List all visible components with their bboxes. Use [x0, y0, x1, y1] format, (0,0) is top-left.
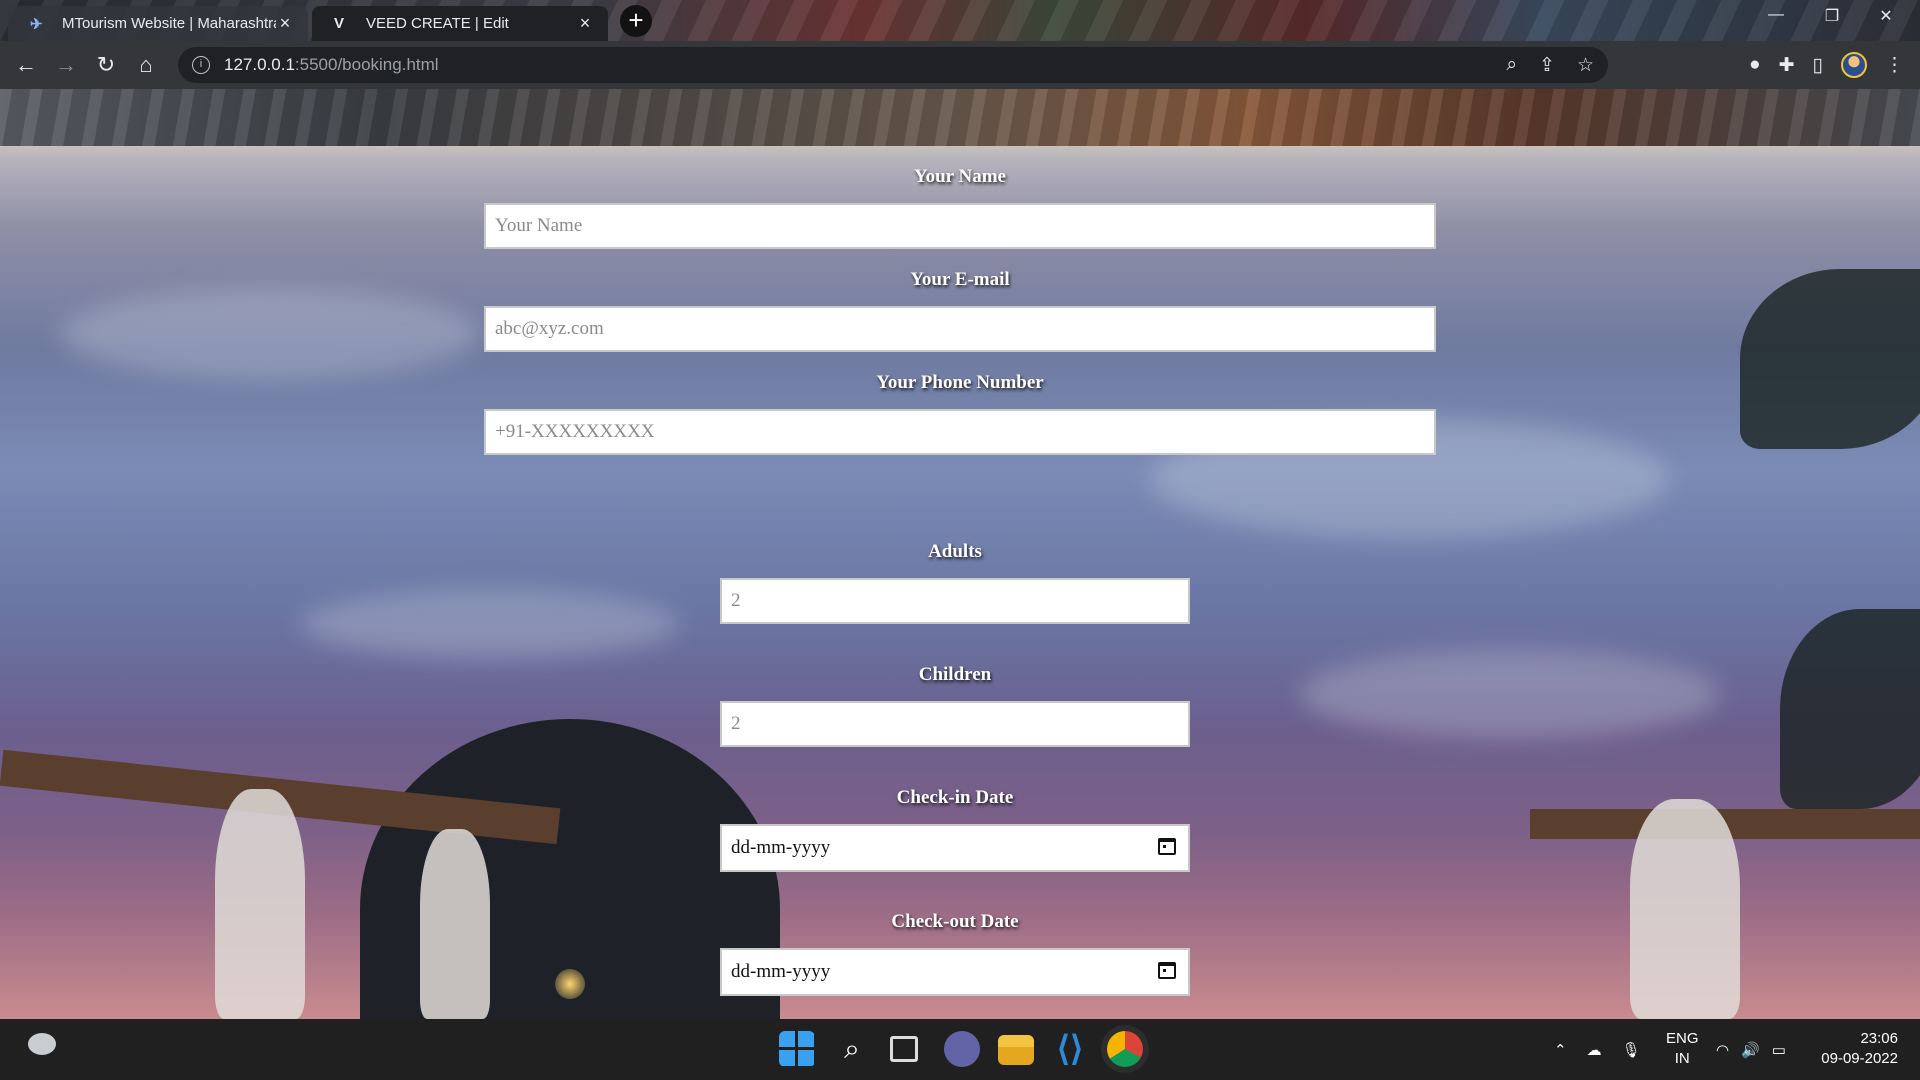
back-arrow-icon[interactable]: ← — [6, 45, 46, 85]
share-icon[interactable]: ⇪ — [1539, 54, 1555, 77]
start-windows-icon[interactable] — [779, 1031, 815, 1067]
close-tab-icon[interactable]: × — [276, 13, 294, 34]
task-view-icon[interactable] — [890, 1036, 918, 1062]
checkin-value: dd-mm-yyyy — [731, 837, 831, 858]
lamp-glow — [555, 969, 585, 999]
profile-avatar[interactable] — [1841, 52, 1867, 78]
checkin-label: Check-in Date — [896, 787, 1014, 808]
adults-label: Adults — [928, 541, 982, 562]
clock-time: 23:06 — [1860, 1030, 1898, 1047]
checkout-value: dd-mm-yyyy — [731, 961, 831, 982]
browser-tabstrip: ✈ MTourism Website | Maharashtra × V VEE… — [0, 0, 1920, 41]
email-label: Your E-mail — [910, 269, 1010, 290]
cloud-shape — [1300, 649, 1720, 739]
name-input[interactable]: Your Name — [484, 203, 1436, 249]
home-icon[interactable]: ⌂ — [126, 45, 166, 85]
restore-icon[interactable]: ❐ — [1812, 6, 1852, 26]
calendar-icon[interactable] — [1158, 962, 1176, 979]
site-info-icon[interactable]: i — [192, 56, 210, 74]
url-path: :5500/booking.html — [294, 55, 439, 74]
taskbar-clock[interactable]: 23:06 09-09-2022 — [1821, 1029, 1898, 1069]
tab-veed[interactable]: V VEED CREATE | Edit × — [312, 6, 608, 41]
curtain-shape — [1630, 799, 1740, 1019]
close-tab-icon[interactable]: × — [576, 13, 594, 34]
windows-taskbar: ⌕ ⟨⟩ ⌃ ☁ 🎙 ENG IN ◠ 🔊 ▭ 23:06 09-09-2022 — [0, 1019, 1920, 1080]
airplane-icon: ✈ — [30, 15, 43, 33]
name-label: Your Name — [913, 166, 1006, 187]
phone-input[interactable]: +91-XXXXXXXXX — [484, 409, 1436, 455]
calendar-icon[interactable] — [1158, 838, 1176, 855]
header-background-image — [0, 89, 1920, 146]
checkout-date-input[interactable]: dd-mm-yyyy — [720, 948, 1190, 996]
adults-placeholder: 2 — [731, 590, 741, 611]
extension-circle-icon[interactable]: ● — [1749, 54, 1760, 76]
tab-title: VEED CREATE | Edit — [366, 15, 509, 32]
language-indicator[interactable]: ENG IN — [1666, 1029, 1699, 1069]
address-bar[interactable]: i 127.0.0.1:5500/booking.html ⌕ ⇪ ☆ — [178, 47, 1608, 83]
curtain-shape — [215, 789, 305, 1019]
children-label: Children — [918, 664, 992, 685]
battery-icon[interactable]: ▭ — [1772, 1041, 1786, 1059]
zoom-icon[interactable]: ⌕ — [1506, 54, 1517, 76]
minimize-icon[interactable]: — — [1756, 6, 1796, 24]
booking-page: Your Name Your Name Your E-mail abc@xyz.… — [0, 89, 1920, 1019]
region-code: IN — [1674, 1050, 1690, 1067]
cloud-shape — [300, 589, 680, 659]
forward-arrow-icon[interactable]: → — [46, 45, 86, 85]
children-input[interactable]: 2 — [720, 701, 1190, 747]
close-window-icon[interactable]: ✕ — [1866, 6, 1906, 26]
extensions-puzzle-icon[interactable]: ✚ — [1779, 54, 1795, 77]
wifi-icon[interactable]: ◠ — [1716, 1041, 1729, 1059]
lang-code: ENG — [1666, 1030, 1699, 1047]
palm-tree-shape — [1740, 269, 1920, 449]
cloud-shape — [60, 289, 480, 379]
tab-title: MTourism Website | Maharashtra — [62, 15, 276, 32]
phone-placeholder: +91-XXXXXXXXX — [495, 421, 655, 442]
chevron-up-icon[interactable]: ⌃ — [1554, 1041, 1567, 1059]
curtain-shape — [420, 829, 490, 1019]
checkout-label: Check-out Date — [891, 911, 1019, 932]
chrome-icon[interactable] — [1107, 1031, 1143, 1067]
adults-input[interactable]: 2 — [720, 578, 1190, 624]
new-tab-button[interactable]: + — [620, 5, 652, 37]
browser-toolbar: ← → ↻ ⌂ i 127.0.0.1:5500/booking.html ⌕ … — [0, 41, 1920, 89]
checkin-date-input[interactable]: dd-mm-yyyy — [720, 824, 1190, 872]
children-placeholder: 2 — [731, 713, 741, 734]
search-icon[interactable]: ⌕ — [834, 1031, 870, 1067]
clock-date: 09-09-2022 — [1821, 1050, 1898, 1067]
teams-chat-icon[interactable] — [944, 1031, 980, 1067]
phone-label: Your Phone Number — [876, 372, 1044, 393]
side-panel-icon[interactable]: ▯ — [1813, 54, 1823, 77]
volume-icon[interactable]: 🔊 — [1741, 1041, 1760, 1059]
microphone-icon[interactable]: 🎙 — [1622, 1041, 1641, 1059]
vscode-icon[interactable]: ⟨⟩ — [1052, 1031, 1088, 1067]
weather-icon[interactable] — [28, 1033, 56, 1055]
url-host: 127.0.0.1 — [224, 55, 295, 74]
file-explorer-icon[interactable] — [998, 1035, 1034, 1065]
veed-logo-icon: V — [334, 15, 345, 32]
palm-tree-shape — [1780, 609, 1920, 809]
menu-kebab-icon[interactable]: ⋮ — [1885, 54, 1904, 77]
reload-icon[interactable]: ↻ — [86, 45, 126, 85]
tab-mtourism[interactable]: ✈ MTourism Website | Maharashtra × — [8, 6, 308, 41]
email-input[interactable]: abc@xyz.com — [484, 306, 1436, 352]
name-placeholder: Your Name — [495, 215, 583, 236]
bookmark-star-icon[interactable]: ☆ — [1577, 54, 1594, 77]
onedrive-cloud-icon[interactable]: ☁ — [1587, 1041, 1602, 1059]
email-placeholder: abc@xyz.com — [495, 318, 604, 339]
